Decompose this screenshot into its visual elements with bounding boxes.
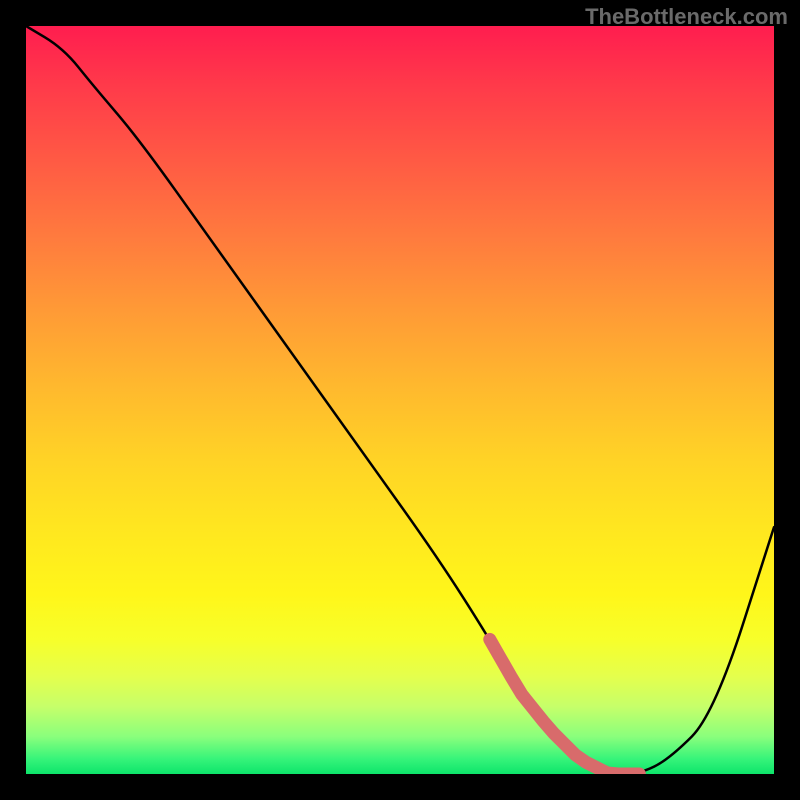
plot-area — [26, 26, 774, 774]
trough-marker — [490, 639, 640, 774]
watermark-text: TheBottleneck.com — [585, 4, 788, 30]
chart-svg — [26, 26, 774, 774]
bottleneck-curve — [26, 26, 774, 774]
